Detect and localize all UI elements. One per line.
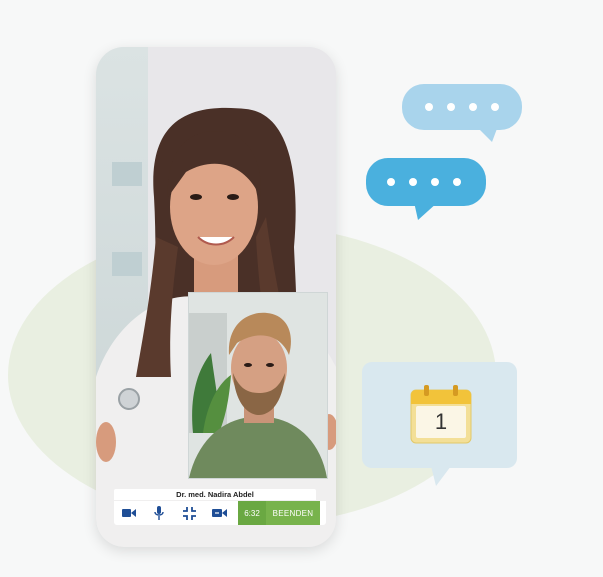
- calendar-card-tail: [430, 462, 454, 486]
- camera-toggle-button[interactable]: [114, 501, 144, 525]
- end-call-button[interactable]: BEENDEN: [266, 501, 320, 525]
- phone-video-call: Dr. med. Nadira Abdel 6:32 BEENDEN: [96, 47, 336, 547]
- chat-bubble-icon: [402, 84, 522, 142]
- calendar-icon: 1: [410, 384, 472, 444]
- chat-bubble-icon: [366, 158, 486, 220]
- video-camera-icon: [122, 509, 136, 517]
- self-view-video[interactable]: [188, 292, 328, 479]
- patient-video: [189, 293, 327, 478]
- caller-name: Dr. med. Nadira Abdel: [114, 489, 316, 500]
- call-controls: 6:32 BEENDEN: [114, 501, 326, 525]
- calendar-day: 1: [434, 409, 448, 434]
- microphone-icon: [154, 506, 164, 520]
- call-timer: 6:32: [238, 501, 266, 525]
- switch-camera-button[interactable]: [204, 501, 234, 525]
- collapse-icon: [182, 506, 196, 520]
- switch-camera-icon: [211, 509, 227, 517]
- microphone-toggle-button[interactable]: [144, 501, 174, 525]
- minimize-button[interactable]: [174, 501, 204, 525]
